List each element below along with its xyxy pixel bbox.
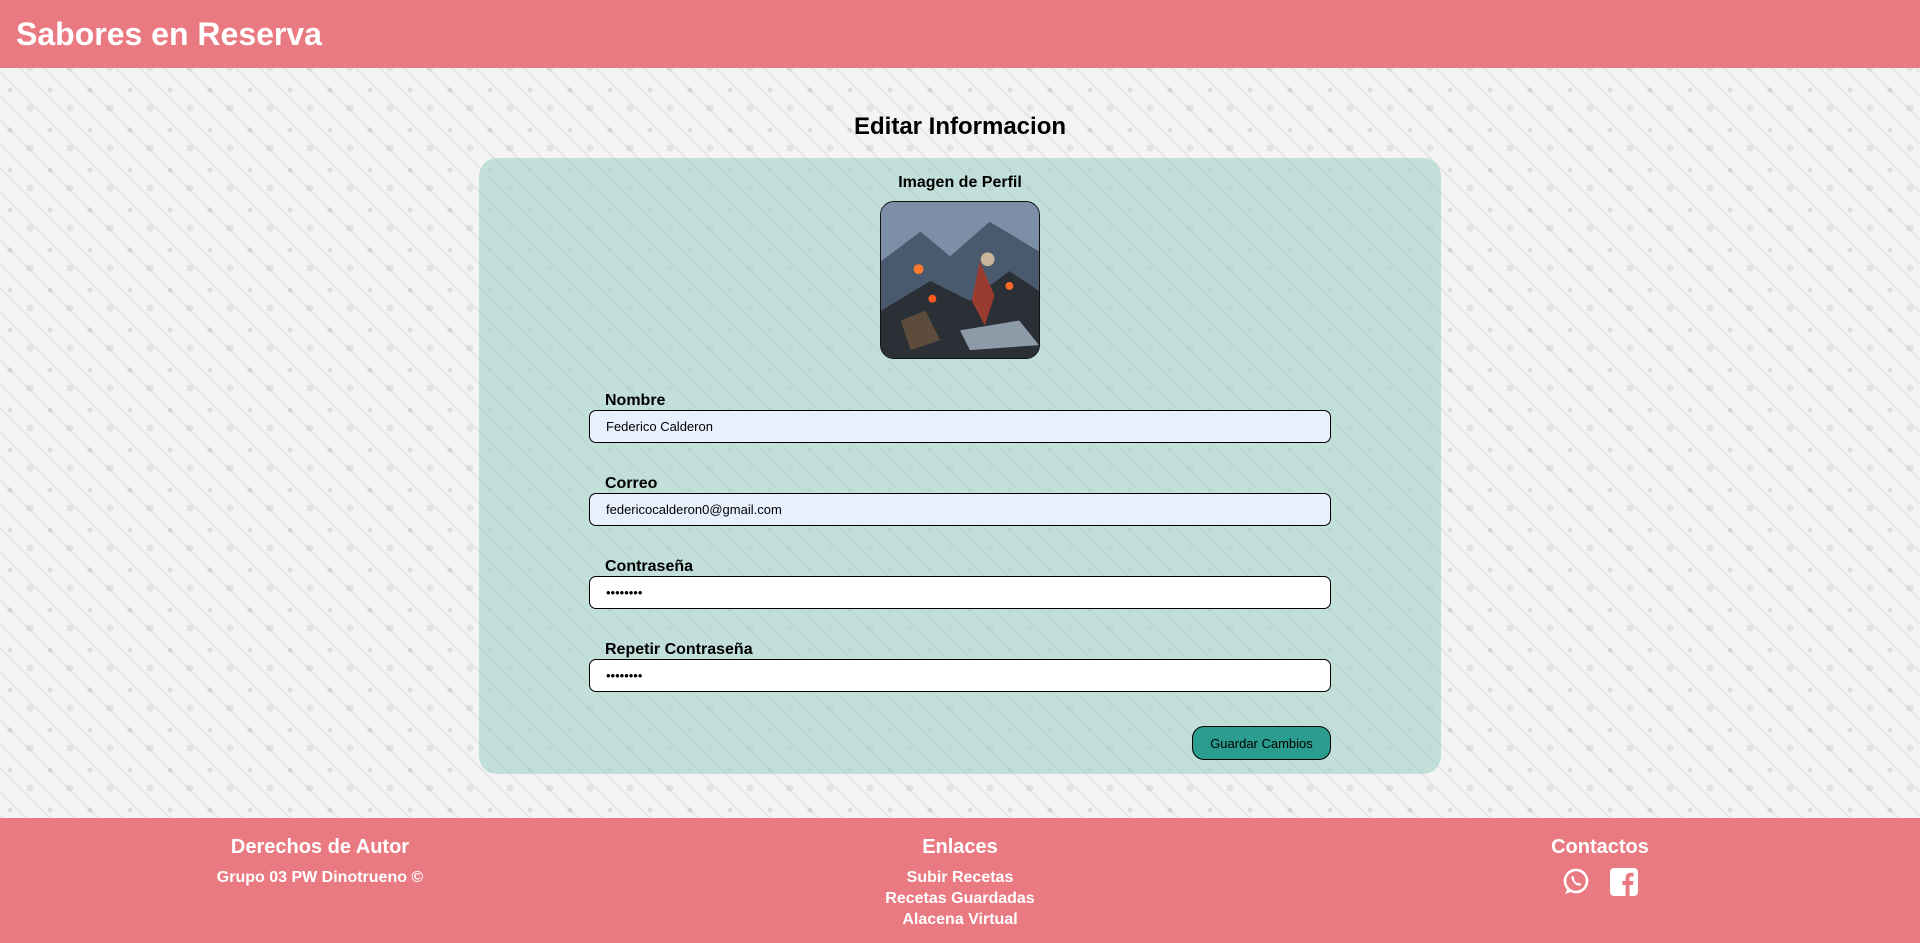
name-input[interactable]: Federico Calderon xyxy=(589,410,1331,443)
repeat-password-label: Repetir Contraseña xyxy=(605,641,753,658)
page-title: Editar Informacion xyxy=(853,113,1067,140)
footer-contacts: Contactos xyxy=(1400,836,1800,897)
footer-link-upload-recipes[interactable]: Subir Recetas xyxy=(760,867,1160,888)
facebook-icon[interactable] xyxy=(1609,867,1639,897)
profile-image[interactable] xyxy=(880,201,1040,359)
password-input[interactable]: •••••••• xyxy=(589,576,1331,609)
profile-image-label: Imagen de Perfil xyxy=(898,174,1022,191)
repeat-password-input[interactable]: •••••••• xyxy=(589,659,1331,692)
name-label: Nombre xyxy=(605,392,666,409)
brand-title[interactable]: Sabores en Reserva xyxy=(16,16,322,53)
edit-profile-card: Imagen de Perfil Nombre Federico Caldero… xyxy=(479,158,1441,774)
social-links xyxy=(1400,867,1800,897)
top-bar: Sabores en Reserva xyxy=(0,0,1920,68)
footer-rights-title: Derechos de Autor xyxy=(230,836,410,858)
password-label: Contraseña xyxy=(605,558,694,575)
footer-rights-text: Grupo 03 PW Dinotrueno © xyxy=(216,869,424,886)
footer-contacts-title: Contactos xyxy=(1551,836,1649,858)
whatsapp-icon[interactable] xyxy=(1561,867,1591,897)
save-changes-button[interactable]: Guardar Cambios xyxy=(1192,726,1331,760)
footer-links: Enlaces Subir Recetas Recetas Guardadas … xyxy=(760,836,1160,930)
profile-image-artwork xyxy=(881,202,1039,358)
footer-link-saved-recipes[interactable]: Recetas Guardadas xyxy=(760,888,1160,909)
email-label: Correo xyxy=(605,475,658,492)
footer: Derechos de Autor Grupo 03 PW Dinotrueno… xyxy=(0,818,1920,943)
footer-rights: Derechos de Autor Grupo 03 PW Dinotrueno… xyxy=(120,836,520,888)
email-input[interactable]: federicocalderon0@gmail.com xyxy=(589,493,1331,526)
footer-link-virtual-pantry[interactable]: Alacena Virtual xyxy=(760,909,1160,930)
footer-links-title: Enlaces xyxy=(922,836,998,858)
